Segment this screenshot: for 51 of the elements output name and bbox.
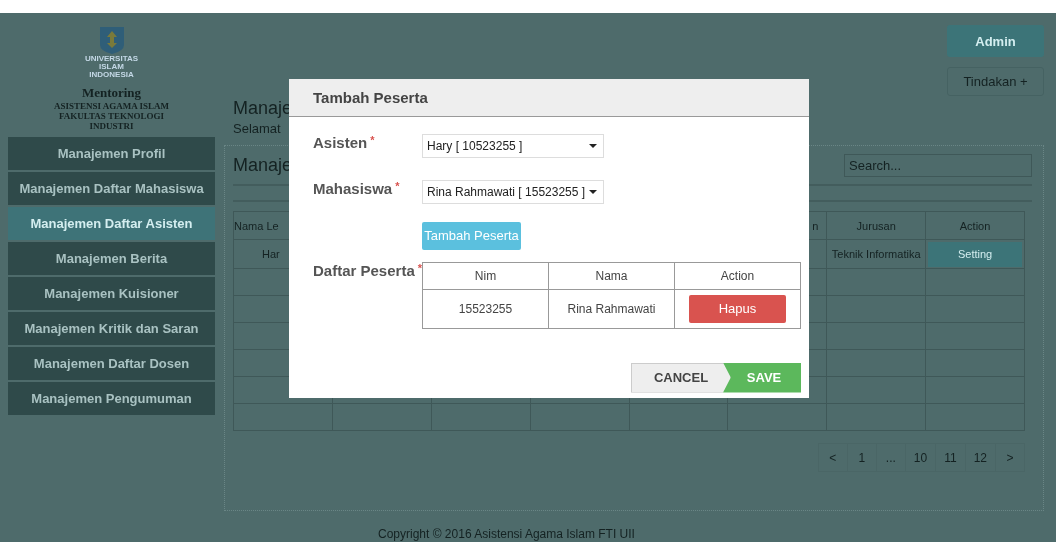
required-mark: * bbox=[395, 180, 400, 194]
column-header: Nama bbox=[548, 262, 675, 289]
table-cell: Rina Rahmawati bbox=[548, 289, 675, 328]
page-subtitle: Selamat bbox=[233, 121, 282, 136]
sidebar-item[interactable]: Manajemen Daftar Asisten bbox=[8, 207, 215, 240]
required-mark: * bbox=[370, 134, 375, 148]
column-header: Jurusan bbox=[826, 211, 926, 240]
sidebar-item[interactable]: Manajemen Daftar Dosen bbox=[8, 347, 215, 380]
delete-button[interactable]: Hapus bbox=[689, 294, 786, 323]
user-button[interactable]: Admin bbox=[947, 25, 1044, 57]
app-subtitle: FAKULTAS TEKNOLOGI bbox=[58, 111, 165, 121]
app-title: Mentoring bbox=[80, 85, 143, 101]
actions-button[interactable]: Tindakan + bbox=[947, 67, 1044, 96]
page-button[interactable]: 12 bbox=[964, 443, 996, 472]
required-mark: * bbox=[417, 261, 422, 276]
select-field[interactable]: Rina Rahmawati [ 15523255 ] bbox=[422, 180, 604, 204]
column-header: Nim bbox=[422, 262, 549, 289]
sidebar-item[interactable]: Manajemen Kuisioner bbox=[8, 277, 215, 310]
sidebar-item[interactable]: Manajemen Daftar Mahasiswa bbox=[8, 172, 215, 205]
panel-title: Manaje bbox=[233, 154, 293, 176]
cancel-button[interactable]: CANCEL bbox=[631, 362, 731, 393]
column-header: Action bbox=[925, 211, 1025, 240]
dialog-title: Tambah Peserta bbox=[289, 79, 809, 117]
logo-text: ISLAM bbox=[99, 63, 124, 71]
sidebar-item[interactable]: Manajemen Kritik dan Saran bbox=[8, 312, 215, 345]
column-header: Action bbox=[674, 262, 801, 289]
select-field[interactable]: Hary [ 10523255 ] bbox=[422, 134, 604, 158]
search-field[interactable]: Search... bbox=[844, 153, 1032, 177]
sidebar-item[interactable]: Manajemen Berita bbox=[8, 242, 215, 275]
field-label: Mahasiswa bbox=[313, 180, 393, 197]
save-button[interactable]: SAVE bbox=[723, 362, 801, 393]
page-button[interactable]: 10 bbox=[904, 443, 937, 472]
sidebar-item[interactable]: Manajemen Profil bbox=[8, 137, 215, 170]
table-cell: 15523255 bbox=[422, 289, 549, 328]
setting-button[interactable]: Setting bbox=[928, 241, 1023, 267]
logo-text: UNIVERSITAS bbox=[84, 55, 139, 63]
page-button[interactable]: 11 bbox=[935, 443, 966, 472]
page-button[interactable]: > bbox=[995, 443, 1025, 472]
table-cell: Teknik Informatika bbox=[826, 239, 926, 269]
page-button[interactable]: ... bbox=[875, 443, 906, 472]
copyright-text: Copyright © 2016 Asistensi Agama Islam FTI UII bbox=[378, 527, 636, 541]
logo-text: INDONESIA bbox=[89, 71, 134, 79]
app-subtitle: ASISTENSI AGAMA ISLAM bbox=[53, 101, 170, 111]
shield-logo-icon bbox=[97, 25, 126, 55]
field-label: Asisten bbox=[313, 134, 368, 151]
sidebar-item[interactable]: Manajemen Pengumuman bbox=[8, 382, 215, 415]
app-subtitle: INDUSTRI bbox=[88, 121, 135, 131]
page-button[interactable]: 1 bbox=[846, 443, 877, 472]
caret-icon bbox=[589, 144, 597, 148]
page-button[interactable]: < bbox=[817, 443, 848, 472]
caret-icon bbox=[589, 190, 597, 194]
